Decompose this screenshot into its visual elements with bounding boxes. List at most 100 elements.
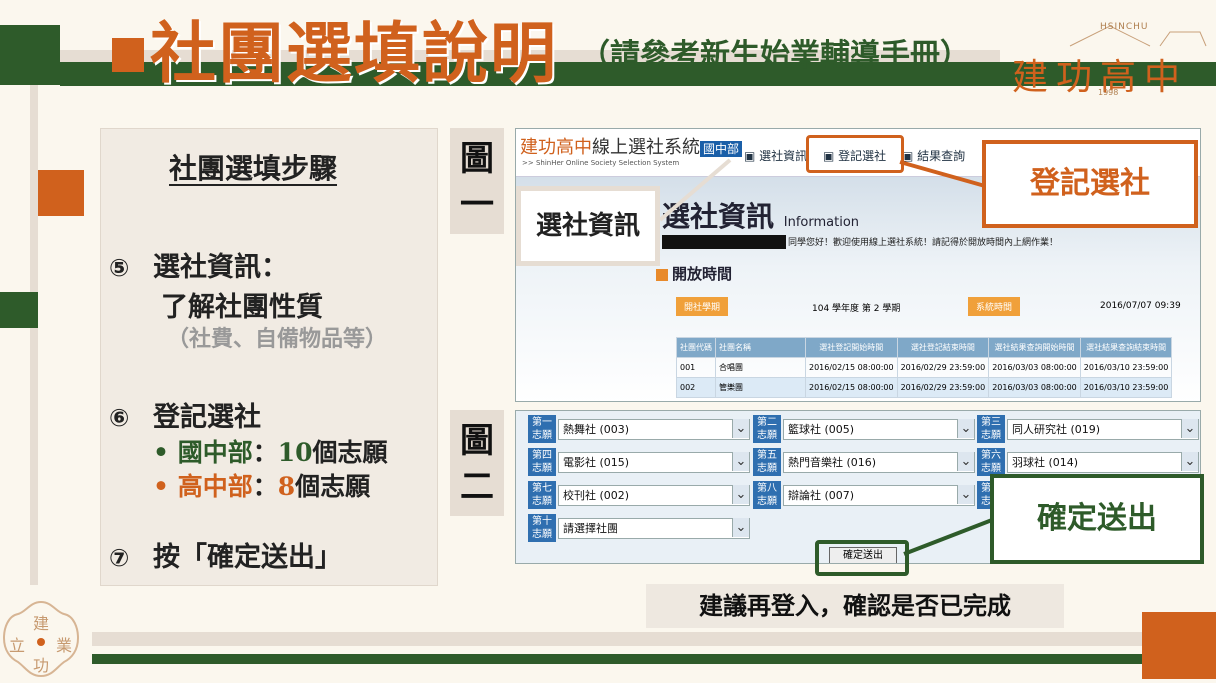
systime-value: 2016/07/07 09:39 [1100,301,1181,311]
col-header: 選社結果查詢開始時間 [988,337,1081,358]
col-header: 選社登記開始時間 [805,337,898,358]
confirm-connector [903,518,993,556]
step-7: ⑦ 按「確定送出」 [109,535,342,574]
senior-dept: 高中部 [177,472,253,501]
junior-sep: ： [252,438,278,467]
club-schedule-table: 社團代碼 社團名稱 選社登記開始時間 選社登記結束時間 選社結果查詢開始時間 選… [676,337,1173,398]
step-6-number: ⑥ [109,404,130,432]
junior-count: 10 [277,438,313,467]
choice-tag-line: 第六 [981,450,1001,461]
school-seal-icon: 建 立 業 功 [0,598,82,679]
choice-8-tag: 第八 志願 [753,481,781,509]
choice-1: 第一志願 熱舞社 (003) [528,415,752,443]
choice-1-tag: 第一 志願 [528,415,556,443]
choice-tag-line: 第四 [532,450,552,461]
choice-tag-line: 志願 [532,529,552,540]
step-7-number: ⑦ [109,544,130,572]
step-5: ⑤ 選社資訊： [109,245,288,284]
choice-6-select[interactable]: 羽球社 (014) [1007,452,1199,473]
system-brand-school: 建功高中 [520,137,592,158]
figure-2-label: 圖二 [450,410,504,516]
callout-connectors [658,158,986,222]
choice-tag-line: 志願 [532,430,552,441]
choice-tag-line: 第三 [981,417,1001,428]
systime-label: 系統時間 [968,297,1021,316]
choice-tag-line: 第十 [532,516,552,527]
table-header-row: 社團代碼 社團名稱 選社登記開始時間 選社登記結束時間 選社結果查詢開始時間 選… [676,337,1173,358]
table-cell: 2016/03/10 23:59:00 [1079,357,1173,378]
choice-2: 第二 志願 籃球社 (005) [753,415,977,443]
choice-tag-line: 志願 [757,430,777,441]
col-header: 選社登記結束時間 [896,337,990,358]
page-subtitle: （請參考新生始業輔導手冊） [580,38,970,73]
choice-2-select[interactable]: 籃球社 (005) [783,419,975,440]
choice-tag-line: 第八 [757,483,777,494]
seal-char: 建 [33,614,50,633]
step-5-detail: 了解社團性質 [161,292,323,323]
step-6-title: 登記選社 [153,402,261,433]
choice-7-select[interactable]: 校刊社 (002) [558,485,750,506]
steps-heading: 社團選填步驟 [169,152,338,185]
col-header: 社團名稱 [715,337,806,358]
choice-tag-line: 志願 [532,496,552,507]
open-time-heading: 開放時間 [656,263,732,284]
choice-7: 第七志願 校刊社 (002) [528,481,752,509]
submit-highlight-box [815,540,909,576]
table-row[interactable]: 001 合唱團 2016/02/15 08:00:00 2016/02/29 2… [676,357,1173,378]
choice-4-tag: 第四 志願 [528,448,556,476]
choice-6: 第六 志願 羽球社 (014) [977,448,1200,476]
choice-5-select[interactable]: 熱門音樂社 (016) [783,452,975,473]
steps-panel: 社團選填步驟 ⑤ 選社資訊： 了解社團性質 （社費、自備物品等） ⑥ 登記選社 • … [100,128,438,586]
step-7-title: 按「確定送出」 [153,542,342,573]
seal-char: 立 [9,636,26,655]
logo-year: 1998 [1098,88,1119,97]
left-green-square [0,292,38,328]
step-5-note: （社費、自備物品等） [167,326,388,352]
table-cell: 002 [676,377,716,398]
choice-1-select[interactable]: 熱舞社 (003) [558,419,750,440]
choice-tag-line: 第七 [532,483,552,494]
choice-tag-line: 志願 [981,430,1001,441]
junior-unit: 個志願 [312,438,388,467]
term-value: 104 學年度 第 2 學期 [812,304,901,314]
table-cell: 001 [676,357,716,378]
choice-3-select[interactable]: 同人研究社 (019) [1007,419,1199,440]
junior-dept: 國中部 [177,438,253,467]
left-vertical-bar [30,85,38,585]
left-orange-square [38,170,84,216]
redacted-name-bar [662,235,786,249]
choice-4-select[interactable]: 電影社 (015) [558,452,750,473]
choice-tag-line: 第一 [532,417,552,428]
term-label: 開社學期 [676,297,729,316]
choice-tag-line: 志願 [757,496,777,507]
title-marker-square [112,38,144,72]
choice-4: 第四志願 電影社 (015) [528,448,752,476]
table-cell: 2016/02/15 08:00:00 [805,377,898,398]
senior-count: 8 [277,472,296,501]
table-cell: 2016/03/10 23:59:00 [1079,377,1173,398]
table-cell: 2016/02/15 08:00:00 [805,357,898,378]
figure-1-label: 圖一 [450,128,504,234]
choice-10: 第十志願 請選擇社團 [528,514,752,542]
table-cell: 合唱團 [715,357,806,378]
reminder-note: 建議再登入，確認是否已完成 [646,584,1064,628]
step-6-senior: • 高中部：8個志願 [153,472,371,501]
choice-tag-line: 志願 [532,463,552,474]
choice-3-tag: 第三 志願 [977,415,1005,443]
table-row[interactable]: 002 管樂團 2016/02/15 08:00:00 2016/02/29 2… [676,377,1173,398]
choice-2-tag: 第二 志願 [753,415,781,443]
choice-10-tag: 第十 志願 [528,514,556,542]
choice-5: 第五 志願 熱門音樂社 (016) [753,448,977,476]
callout-register: 登記選社 [982,140,1198,228]
seal-char: 功 [33,656,50,675]
senior-sep: ： [252,472,278,501]
table-cell: 2016/02/29 23:59:00 [896,357,990,378]
callout-confirm: 確定送出 [990,474,1204,564]
choice-tag-line: 第五 [757,450,777,461]
footer-beige-band [92,632,1142,646]
choice-10-select[interactable]: 請選擇社團 [558,518,750,539]
header-left-green-block [0,25,60,85]
page-title: 社團選填說明 [150,14,558,92]
step-5-number: ⑤ [109,254,130,282]
step-6: ⑥ 登記選社 [109,395,261,434]
